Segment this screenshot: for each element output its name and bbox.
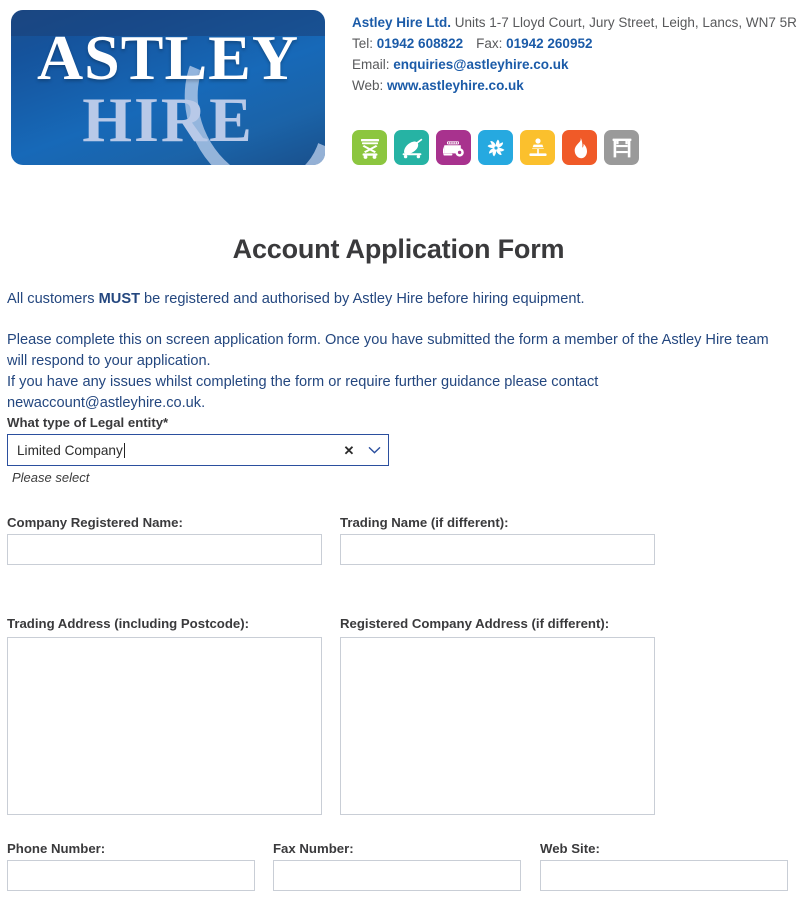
fax-number-input[interactable] bbox=[273, 860, 521, 891]
astley-hire-logo: ASTLEY HIRE bbox=[11, 10, 325, 165]
contact-company-name: Astley Hire Ltd. bbox=[352, 15, 452, 30]
scaffold-tower-icon[interactable] bbox=[604, 130, 639, 165]
intro-p1-after: be registered and authorised by Astley H… bbox=[140, 291, 585, 307]
page-header: ASTLEY HIRE Astley Hire Ltd. Units 1-7 L… bbox=[0, 0, 797, 180]
trading-address-textarea[interactable] bbox=[7, 637, 322, 815]
fax-value: 01942 260952 bbox=[506, 36, 593, 51]
intro-p1-before: All customers bbox=[7, 291, 99, 307]
registered-company-address-label: Registered Company Address (if different… bbox=[340, 616, 610, 631]
web-label: Web: bbox=[352, 78, 388, 93]
email-value[interactable]: enquiries@astleyhire.co.uk bbox=[393, 57, 568, 72]
text-cursor bbox=[123, 442, 125, 458]
tel-value: 01942 608822 bbox=[376, 36, 464, 51]
contact-address-line: Astley Hire Ltd. Units 1-7 Lloyd Court, … bbox=[352, 12, 797, 33]
fan-cooling-icon[interactable] bbox=[478, 130, 513, 165]
web-site-input[interactable] bbox=[540, 860, 788, 891]
cement-mixer-icon[interactable] bbox=[520, 130, 555, 165]
contact-details: Astley Hire Ltd. Units 1-7 Lloyd Court, … bbox=[352, 12, 797, 96]
service-icon-row bbox=[352, 130, 639, 165]
intro-p1-emphasis: MUST bbox=[98, 291, 140, 307]
company-registered-name-label: Company Registered Name: bbox=[7, 515, 183, 530]
legal-entity-hint: Please select bbox=[12, 470, 90, 485]
email-label: Email: bbox=[352, 57, 394, 72]
legal-entity-select[interactable]: Limited Company ✕ bbox=[7, 434, 389, 466]
contact-address: Units 1-7 Lloyd Court, Jury Street, Leig… bbox=[451, 15, 797, 30]
fax-number-label: Fax Number: bbox=[273, 841, 354, 856]
phone-number-input[interactable] bbox=[7, 860, 255, 891]
phone-number-label: Phone Number: bbox=[7, 841, 106, 856]
contact-email-line: Email: enquiries@astleyhire.co.uk bbox=[352, 54, 792, 75]
trading-address-label: Trading Address (including Postcode): bbox=[7, 616, 250, 631]
clear-icon[interactable]: ✕ bbox=[338, 444, 360, 457]
intro-paragraph-1: All customers MUST be registered and aut… bbox=[7, 289, 782, 310]
legal-entity-label: What type of Legal entity* bbox=[7, 415, 169, 430]
heater-flame-icon[interactable] bbox=[562, 130, 597, 165]
company-registered-name-input[interactable] bbox=[7, 534, 322, 565]
contact-phone-line: Tel: 01942 608822 Fax: 01942 260952 bbox=[352, 33, 792, 54]
scissor-lift-icon[interactable] bbox=[352, 130, 387, 165]
contact-web-line: Web: www.astleyhire.co.uk bbox=[352, 75, 792, 96]
web-site-label: Web Site: bbox=[540, 841, 600, 856]
floor-scrubber-icon[interactable] bbox=[394, 130, 429, 165]
intro-p2-line2: If you have any issues whilst completing… bbox=[7, 374, 599, 411]
chevron-down-icon[interactable] bbox=[360, 446, 388, 454]
intro-p2-line1: Please complete this on screen applicati… bbox=[7, 332, 769, 369]
trading-name-label: Trading Name (if different): bbox=[340, 515, 509, 530]
trading-name-input[interactable] bbox=[340, 534, 655, 565]
web-value[interactable]: www.astleyhire.co.uk bbox=[387, 78, 524, 93]
page-title: Account Application Form bbox=[232, 234, 565, 265]
fax-label: Fax: bbox=[476, 36, 507, 51]
registered-company-address-textarea[interactable] bbox=[340, 637, 655, 815]
legal-entity-selected-value[interactable]: Limited Company bbox=[8, 442, 338, 458]
logo-text-astley: ASTLEY bbox=[36, 22, 300, 93]
site-welfare-unit-icon[interactable] bbox=[436, 130, 471, 165]
logo-text-hire: HIRE bbox=[82, 84, 254, 155]
intro-text: All customers MUST be registered and aut… bbox=[7, 289, 782, 414]
intro-paragraph-2: Please complete this on screen applicati… bbox=[7, 330, 782, 414]
legal-entity-value-text: Limited Company bbox=[17, 442, 123, 458]
tel-label: Tel: bbox=[352, 36, 377, 51]
